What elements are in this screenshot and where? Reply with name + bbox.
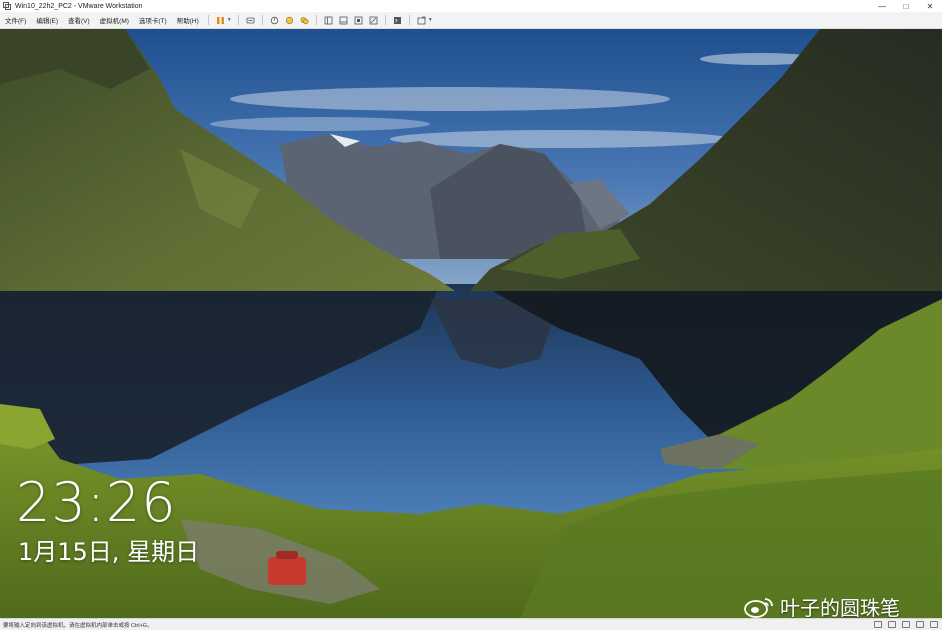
toolbar-separator — [261, 15, 263, 25]
stretch-icon[interactable] — [416, 15, 427, 26]
console-icon[interactable] — [392, 15, 403, 26]
pause-icon[interactable] — [215, 15, 226, 26]
watermark: 叶子的圆珠笔 — [744, 592, 900, 618]
network-icon[interactable] — [888, 621, 896, 628]
menu-edit[interactable]: 编辑(E) — [31, 15, 63, 25]
menu-bar: 文件(F) 编辑(E) 查看(V) 虚拟机(M) 选项卡(T) 帮助(H) ▼ … — [0, 12, 942, 29]
vmware-logo-icon — [3, 2, 11, 10]
sidebar-icon[interactable] — [323, 15, 334, 26]
weibo-logo-icon — [744, 596, 774, 618]
menu-help[interactable]: 帮助(H) — [172, 15, 204, 25]
menu-tabs[interactable]: 选项卡(T) — [134, 15, 172, 25]
toolbar-separator — [237, 15, 239, 25]
status-text: 要将输入定向到该虚拟机，请在虚拟机内部单击或按 Ctrl+G。 — [3, 622, 153, 629]
revert-snapshot-icon[interactable] — [284, 15, 295, 26]
chevron-down-icon[interactable]: ▼ — [428, 17, 433, 23]
menu-vm[interactable]: 虚拟机(M) — [95, 15, 134, 25]
thumbnail-icon[interactable] — [338, 15, 349, 26]
sound-icon[interactable] — [916, 621, 924, 628]
toolbar-separator — [315, 15, 317, 25]
status-bar: 要将输入定向到该虚拟机，请在虚拟机内部单击或按 Ctrl+G。 — [0, 618, 942, 630]
usb-icon[interactable] — [902, 621, 910, 628]
fullscreen-icon[interactable] — [353, 15, 364, 26]
display-icon[interactable] — [930, 621, 938, 628]
menu-file[interactable]: 文件(F) — [0, 15, 31, 25]
toolbar-separator — [384, 15, 386, 25]
chevron-down-icon[interactable]: ▼ — [227, 17, 232, 23]
send-keys-icon[interactable] — [245, 15, 256, 26]
hdd-icon[interactable] — [874, 621, 882, 628]
toolbar-separator — [207, 15, 209, 25]
maximize-button[interactable]: □ — [894, 0, 918, 12]
minimize-button[interactable]: — — [870, 0, 894, 12]
snapshot-manager-icon[interactable] — [299, 15, 310, 26]
watermark-text: 叶子的圆珠笔 — [780, 596, 900, 618]
title-bar: Win10_22h2_PC2 - VMware Workstation — □ … — [0, 0, 942, 12]
close-button[interactable]: ✕ — [918, 0, 942, 12]
menu-view[interactable]: 查看(V) — [63, 15, 95, 25]
snapshot-icon[interactable] — [269, 15, 280, 26]
unity-icon[interactable] — [368, 15, 379, 26]
lockscreen-time: 23:26 — [16, 471, 177, 534]
lockscreen-date: 1月15日, 星期日 — [18, 538, 200, 566]
window-title: Win10_22h2_PC2 - VMware Workstation — [15, 2, 143, 10]
toolbar-separator — [408, 15, 410, 25]
vm-display[interactable]: 23:26 1月15日, 星期日 叶子的圆珠笔 — [0, 29, 942, 618]
